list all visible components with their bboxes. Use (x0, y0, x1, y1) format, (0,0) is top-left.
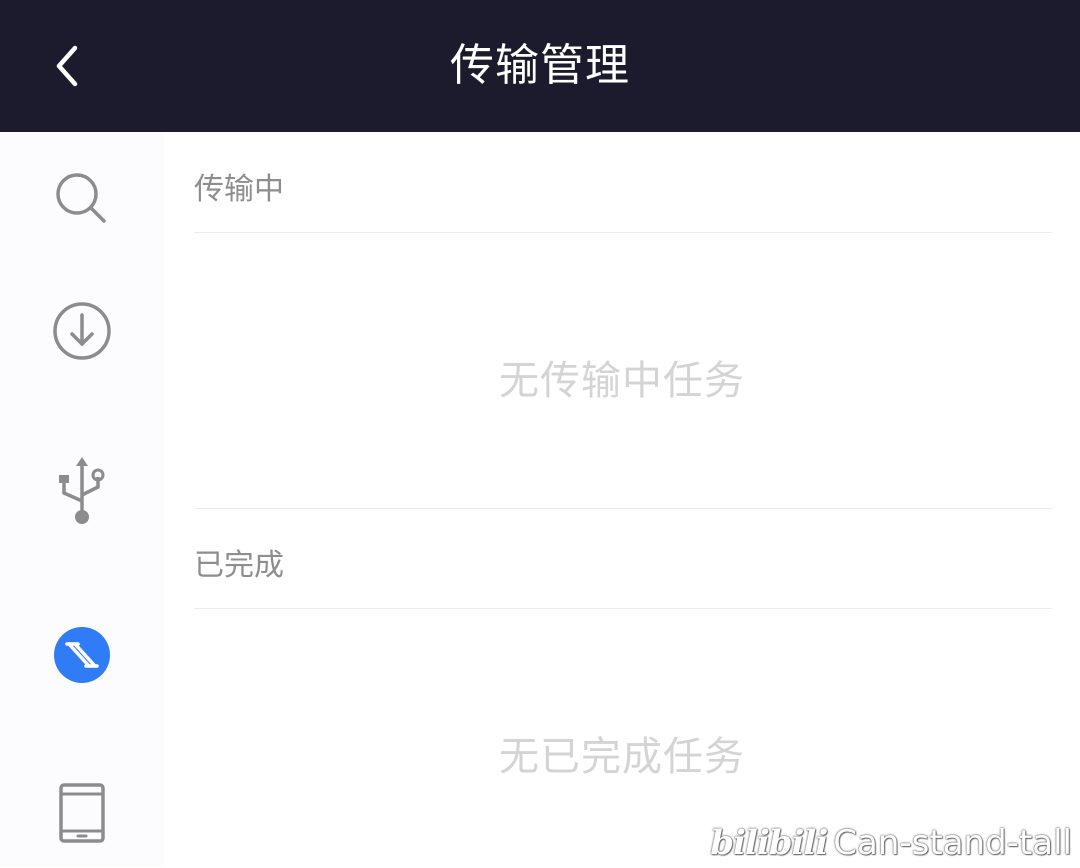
section-title-transferring: 传输中 (194, 172, 284, 207)
page-title: 传输管理 (450, 40, 630, 91)
sidebar (0, 132, 164, 867)
sidebar-item-tablet[interactable] (0, 758, 164, 868)
main-content: 传输中 无传输中任务 已完成 无已完成任务 (164, 132, 1080, 867)
search-icon (56, 173, 106, 223)
sidebar-item-search[interactable] (0, 144, 164, 254)
sidebar-item-download[interactable] (0, 276, 164, 386)
transfer-icon (54, 627, 110, 683)
sidebar-item-transfer[interactable] (0, 600, 164, 710)
watermark: bilibili Can-stand-tall (710, 823, 1072, 863)
divider (194, 608, 1052, 609)
sidebar-item-usb[interactable] (0, 436, 164, 546)
download-circle-icon (53, 302, 111, 360)
section-title-completed: 已完成 (194, 548, 284, 583)
app-header: 传输管理 (0, 0, 1080, 132)
tablet-icon (59, 783, 105, 843)
watermark-text: Can-stand-tall (833, 823, 1072, 863)
empty-text-completed: 无已完成任务 (499, 734, 745, 780)
watermark-logo: bilibili (710, 823, 828, 863)
empty-text-transferring: 无传输中任务 (499, 358, 745, 404)
divider (194, 508, 1052, 509)
usb-icon (59, 457, 105, 524)
divider (194, 232, 1052, 233)
